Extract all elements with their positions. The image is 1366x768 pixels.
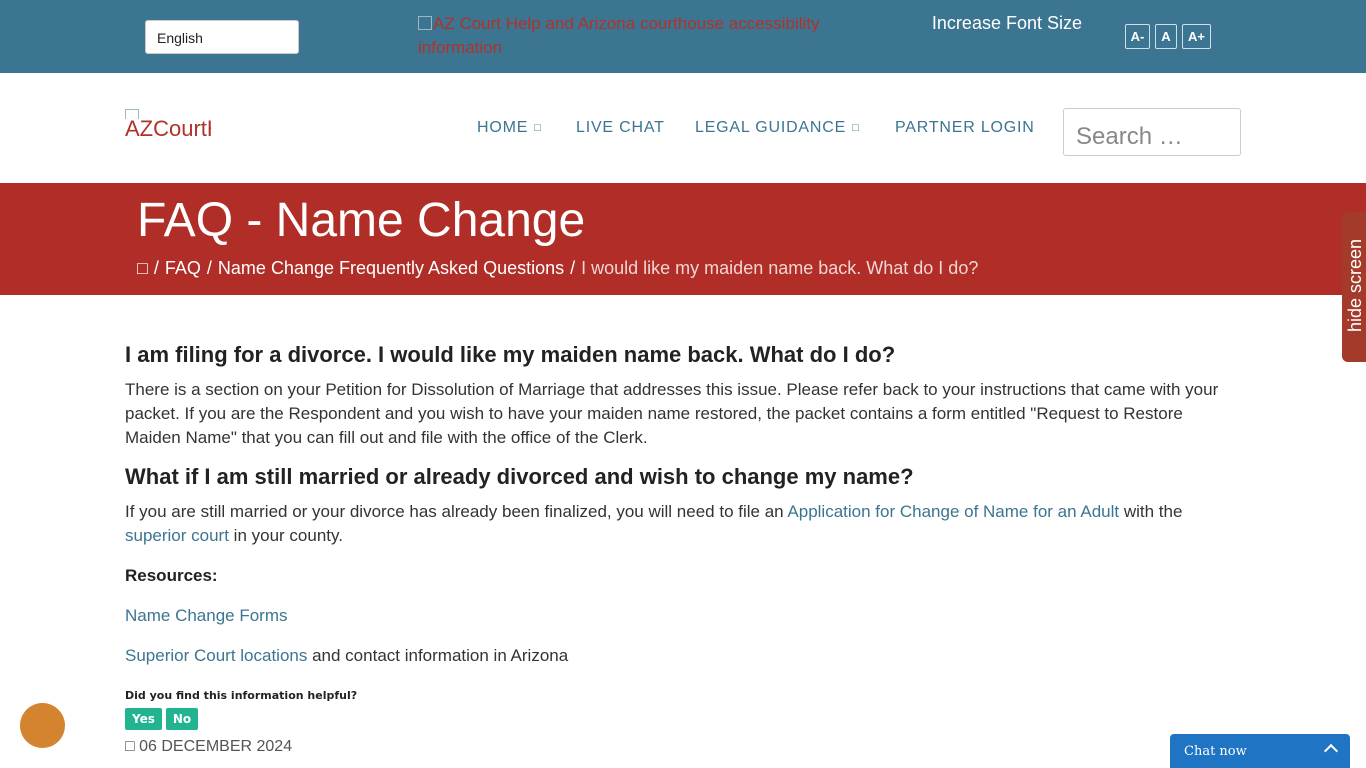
- answer-paragraph-1: There is a section on your Petition for …: [125, 380, 1219, 447]
- breadcrumb-separator: /: [206, 258, 212, 278]
- publish-date: □ 06 DECEMBER 2024: [125, 738, 1240, 756]
- accessibility-widget-button[interactable]: [20, 703, 65, 748]
- nav-legal-guidance[interactable]: LEGAL GUIDANCE □: [695, 119, 860, 137]
- hide-screen-tab[interactable]: hide screen: [1342, 212, 1366, 362]
- nav-home-label: HOME: [477, 119, 529, 136]
- answer-paragraph-2: If you are still married or your divorce…: [125, 500, 1240, 548]
- nav-live-chat-label: LIVE CHAT: [576, 119, 665, 136]
- font-reset-button[interactable]: A: [1155, 24, 1177, 49]
- resource-line-2: Superior Court locations and contact inf…: [125, 644, 1240, 668]
- feedback-no-button[interactable]: No: [165, 708, 199, 730]
- breadcrumb: □ / FAQ / Name Change Frequently Asked Quest…: [137, 258, 978, 279]
- nav-live-chat[interactable]: LIVE CHAT: [576, 119, 665, 137]
- answer-text: in your county.: [228, 526, 343, 545]
- resource-line-1: Name Change Forms: [125, 604, 1240, 628]
- site-logo[interactable]: AZCourtHelp: [125, 109, 211, 149]
- chat-now-widget[interactable]: Chat now: [1170, 734, 1350, 768]
- broken-image-icon: [418, 16, 432, 30]
- answer-text: with the: [1119, 502, 1183, 521]
- top-utility-bar: English AZ Court Help and Arizona courth…: [0, 0, 1366, 73]
- calendar-icon: □: [125, 738, 135, 755]
- page-title: FAQ - Name Change: [137, 194, 586, 247]
- feedback-yes-button[interactable]: Yes: [125, 708, 162, 730]
- superior-court-link[interactable]: superior court: [125, 526, 229, 545]
- nav-partner-login-label: PARTNER LOGIN: [895, 119, 1035, 136]
- accessibility-image-alt: AZ Court Help and Arizona courthouse acc…: [418, 14, 820, 57]
- page-banner: FAQ - Name Change □ / FAQ / Name Change Freq…: [0, 183, 1366, 295]
- nav-legal-guidance-label: LEGAL GUIDANCE: [695, 119, 847, 136]
- answer-text: If you are still married or your divorce…: [125, 502, 788, 521]
- question-heading-2: What if I am still married or already di…: [125, 464, 914, 489]
- superior-court-locations-link[interactable]: Superior Court locations: [125, 646, 307, 665]
- breadcrumb-name-change-faq[interactable]: Name Change Frequently Asked Questions: [218, 258, 564, 278]
- breadcrumb-separator: /: [153, 258, 159, 278]
- breadcrumb-current: I would like my maiden name back. What d…: [581, 258, 979, 278]
- font-decrease-button[interactable]: A-: [1125, 24, 1150, 49]
- nav-partner-login[interactable]: PARTNER LOGIN: [895, 119, 1035, 137]
- breadcrumb-faq[interactable]: FAQ: [165, 258, 201, 278]
- accessibility-info-image[interactable]: AZ Court Help and Arizona courthouse acc…: [418, 12, 858, 60]
- increase-font-label: Increase Font Size: [931, 13, 1082, 33]
- chevron-up-icon: [1323, 743, 1339, 759]
- main-content: I am filing for a divorce. I would like …: [125, 340, 1240, 756]
- nav-home[interactable]: HOME □: [477, 119, 542, 137]
- chevron-down-icon: □: [534, 122, 542, 134]
- question-heading-1: I am filing for a divorce. I would like …: [125, 342, 896, 367]
- search-input[interactable]: [1063, 108, 1241, 156]
- hide-screen-label: hide screen: [1345, 238, 1365, 332]
- helpful-question: Did you find this information helpful?: [125, 689, 358, 702]
- chat-now-label: Chat now: [1184, 744, 1247, 759]
- language-select[interactable]: English: [145, 20, 299, 54]
- resources-label: Resources:: [125, 566, 218, 585]
- chevron-down-icon: □: [852, 122, 860, 134]
- breadcrumb-separator: /: [570, 258, 576, 278]
- font-increase-button[interactable]: A+: [1182, 24, 1211, 49]
- logo-alt-text: AZCourtHelp: [125, 116, 211, 141]
- site-header: AZCourtHelp HOME □ LIVE CHAT LEGAL GUIDAN…: [0, 73, 1366, 183]
- resource-text: and contact information in Arizona: [307, 646, 569, 665]
- adult-name-change-link[interactable]: Application for Change of Name for an Ad…: [787, 502, 1119, 521]
- publish-date-text: 06 DECEMBER 2024: [139, 738, 293, 755]
- home-icon[interactable]: □: [137, 258, 148, 278]
- name-change-forms-link[interactable]: Name Change Forms: [125, 606, 288, 625]
- feedback-buttons: Yes No: [125, 704, 1240, 730]
